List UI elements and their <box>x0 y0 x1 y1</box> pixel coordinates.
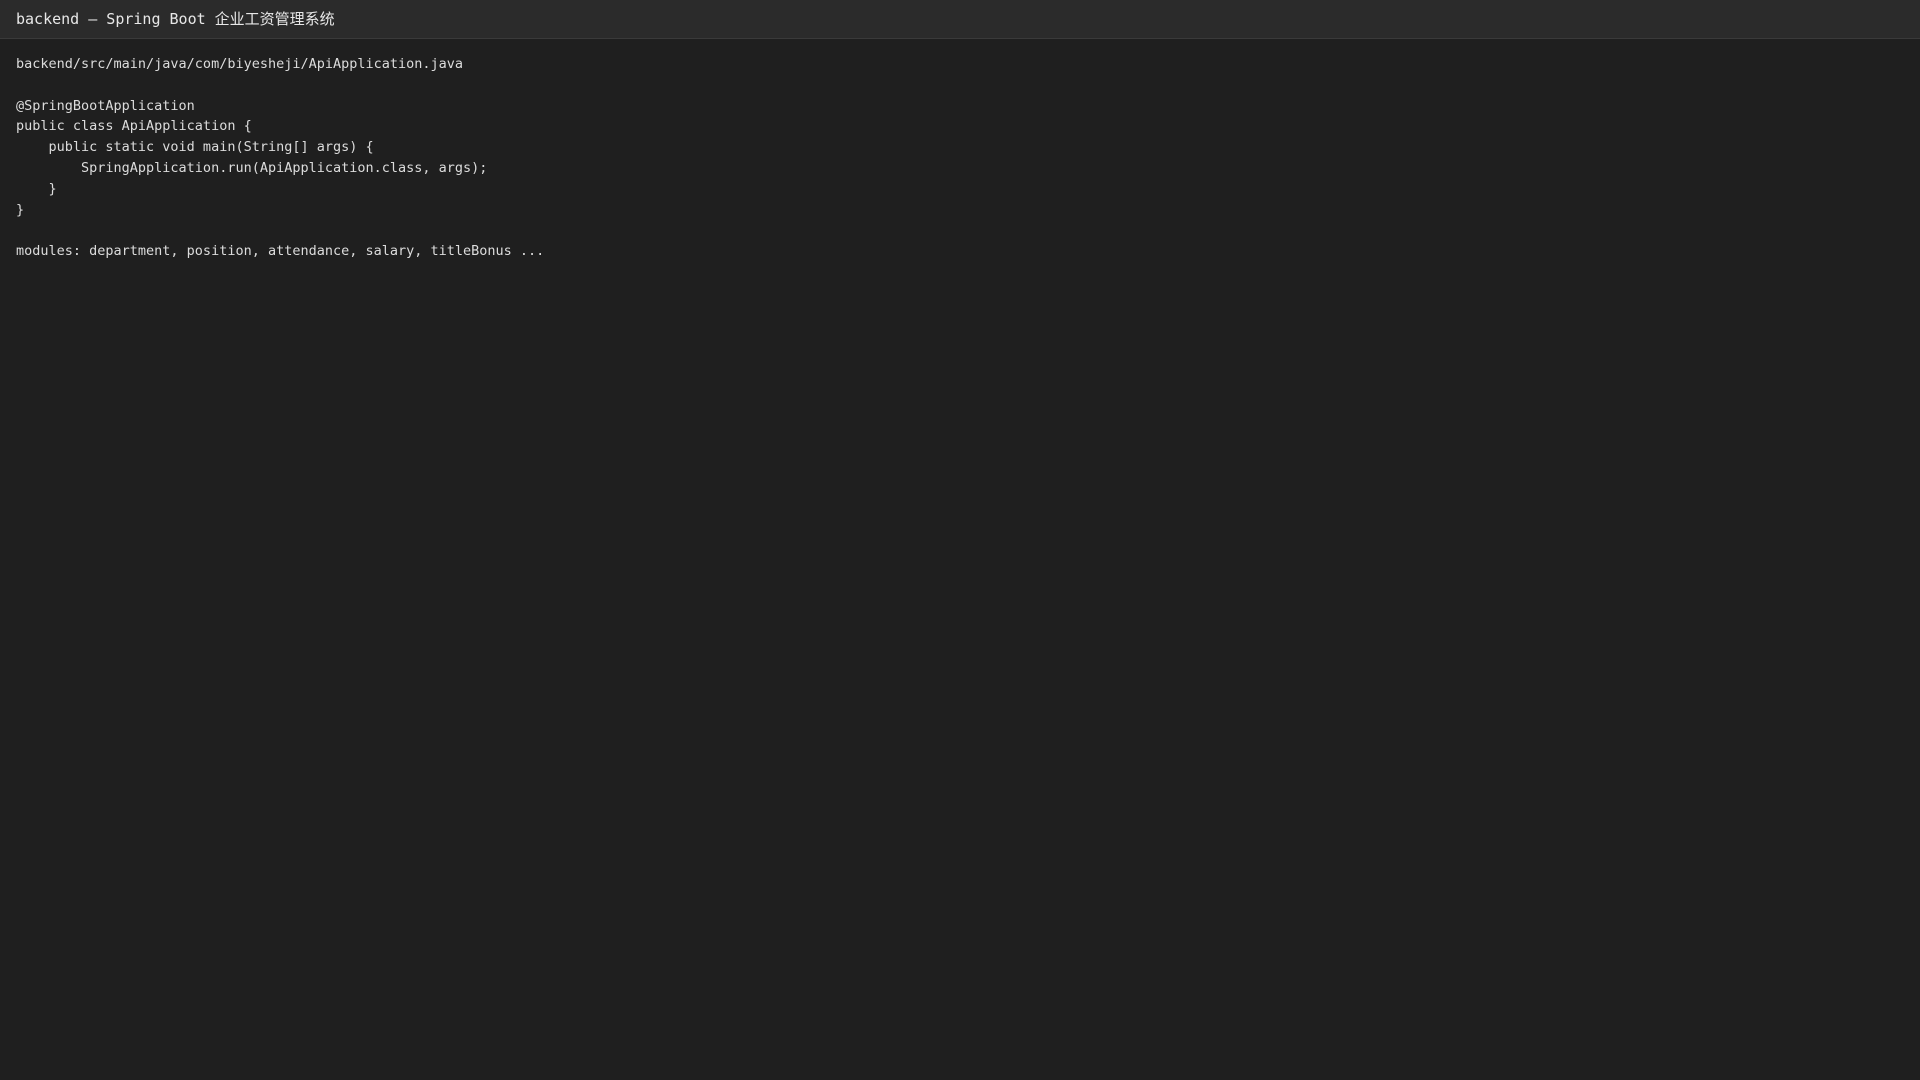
code-line-method-close: } <box>16 180 57 197</box>
code-editor[interactable]: backend/src/main/java/com/biyesheji/ApiA… <box>16 54 1920 262</box>
code-line-main-method: public static void main(String[] args) { <box>16 139 374 156</box>
title-bar: backend — Spring Boot 企业工资管理系统 <box>0 0 1920 39</box>
modules-line: modules: department, position, attendanc… <box>16 243 545 260</box>
file-path: backend/src/main/java/com/biyesheji/ApiA… <box>16 56 464 72</box>
code-line-annotation: @SpringBootApplication <box>16 97 195 114</box>
code-line-run-call: SpringApplication.run(ApiApplication.cla… <box>16 159 488 176</box>
code-line-class-close: } <box>16 201 25 218</box>
window-title: backend — Spring Boot 企业工资管理系统 <box>16 10 335 28</box>
code-line-class-declaration: public class ApiApplication { <box>16 118 252 135</box>
